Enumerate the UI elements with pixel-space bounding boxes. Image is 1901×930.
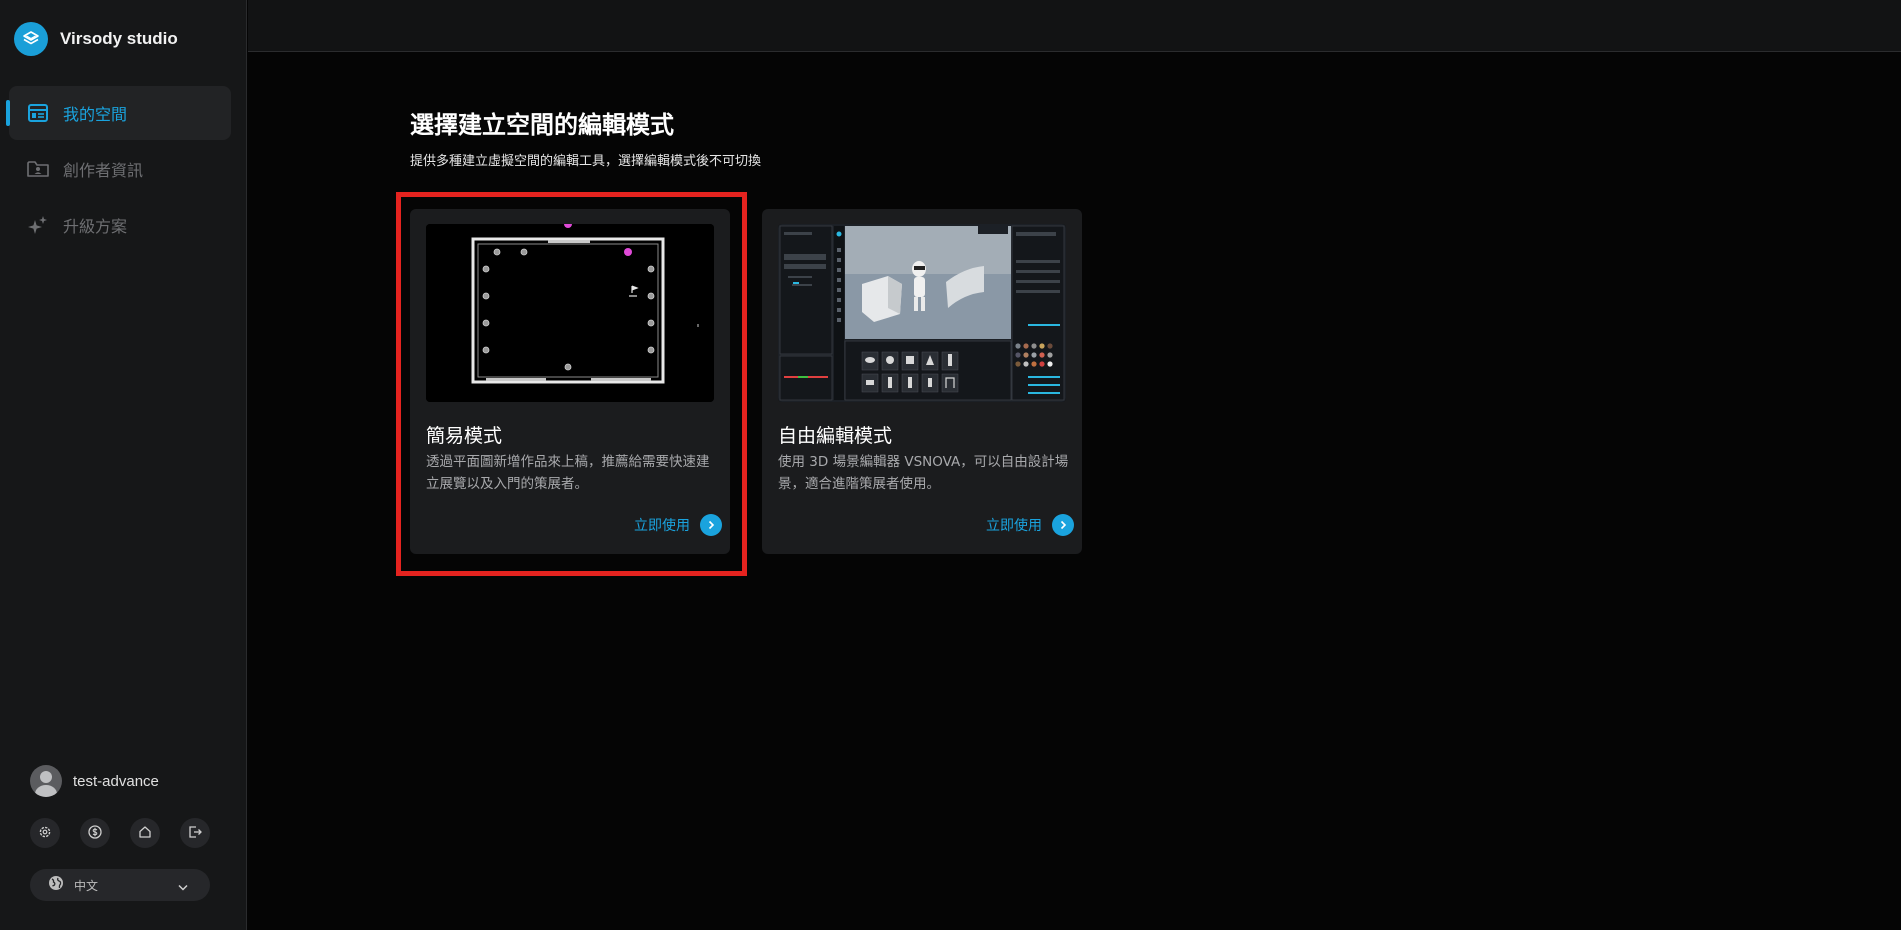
sidebar-nav: 我的空間 創作者資訊 升級方案 (6, 86, 231, 254)
card-description: 透過平面圖新增作品來上稿，推薦給需要快速建立展覽以及入門的策展者。 (426, 454, 710, 492)
dollar-icon (88, 824, 102, 843)
avatar (30, 765, 62, 797)
chevron-right-icon (700, 514, 722, 536)
sidebar-item-label: 創作者資訊 (63, 161, 144, 180)
gear-icon (38, 824, 52, 843)
language-label: 中文 (74, 878, 99, 893)
free-edit-mode-card[interactable]: 自由編輯模式 使用 3D 場景編輯器 VSNOVA，可以自由設計場景，適合進階策… (762, 209, 1082, 554)
logout-button[interactable] (180, 818, 210, 848)
use-now-button[interactable]: 立即使用 (634, 514, 722, 536)
brand[interactable]: Virsody studio (14, 22, 178, 56)
sparkle-icon (27, 214, 49, 236)
top-bar (248, 0, 1901, 52)
use-now-button[interactable]: 立即使用 (986, 514, 1074, 536)
chevron-right-icon (1052, 514, 1074, 536)
simple-mode-card[interactable]: 簡易模式 透過平面圖新增作品來上稿，推薦給需要快速建立展覽以及入門的策展者。 立… (410, 209, 730, 554)
card-description: 使用 3D 場景編輯器 VSNOVA，可以自由設計場景，適合進階策展者使用。 (778, 454, 1069, 492)
sidebar-item-my-space[interactable]: 我的空間 (6, 86, 231, 140)
home-icon (138, 824, 152, 843)
brand-logo-icon (14, 22, 48, 56)
globe-icon (48, 875, 64, 895)
card-title: 自由編輯模式 (778, 425, 893, 447)
sidebar-item-label: 我的空間 (63, 105, 128, 124)
simple-mode-thumbnail (426, 224, 714, 402)
user-profile[interactable]: test-advance (30, 765, 159, 797)
brand-name: Virsody studio (60, 29, 178, 48)
cta-label: 立即使用 (634, 518, 690, 534)
page-title: 選擇建立空間的編輯模式 (410, 111, 674, 139)
sidebar: Virsody studio 我的空間 創作者資訊 升級方案 test-adva… (0, 0, 247, 930)
home-button[interactable] (130, 818, 160, 848)
utility-toolbar (30, 818, 210, 848)
user-name: test-advance (73, 772, 159, 790)
cta-label: 立即使用 (986, 518, 1042, 534)
sidebar-item-creator-info[interactable]: 創作者資訊 (9, 142, 231, 196)
card-title: 簡易模式 (426, 425, 503, 447)
sidebar-item-upgrade[interactable]: 升級方案 (9, 198, 231, 252)
sidebar-item-label: 升級方案 (63, 217, 128, 236)
chevron-down-icon (178, 876, 188, 895)
billing-button[interactable] (80, 818, 110, 848)
logout-icon (188, 824, 202, 843)
settings-button[interactable] (30, 818, 60, 848)
folder-user-icon (27, 158, 49, 180)
dashboard-icon (27, 102, 49, 124)
free-edit-mode-thumbnail (778, 224, 1066, 402)
page-subtitle: 提供多種建立虛擬空間的編輯工具，選擇編輯模式後不可切換 (410, 154, 762, 169)
language-selector[interactable]: 中文 (30, 869, 210, 901)
